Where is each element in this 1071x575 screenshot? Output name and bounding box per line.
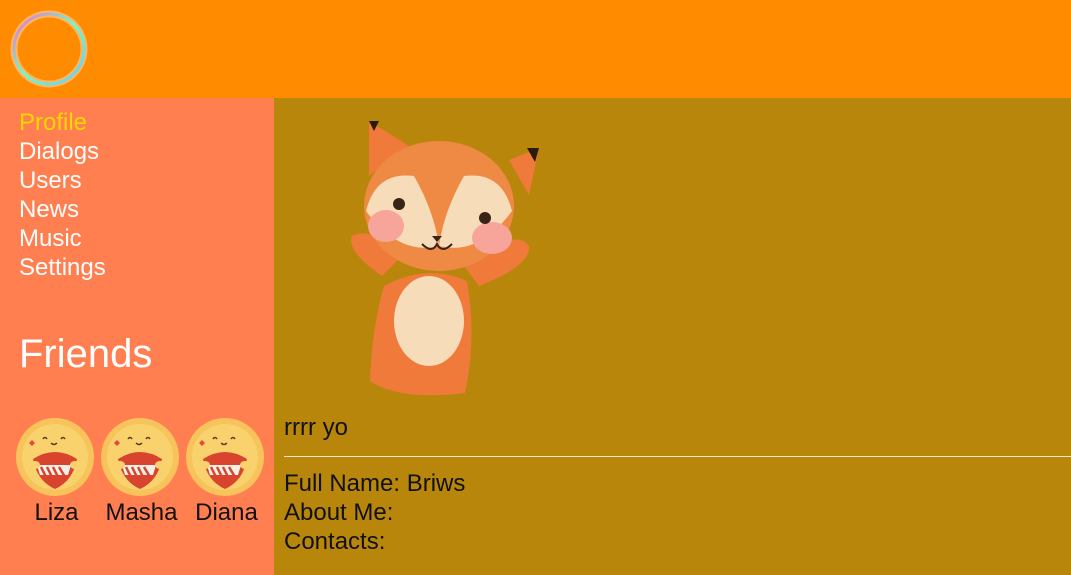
friends-list: Liza Masha Diana bbox=[14, 417, 269, 527]
nav-item-settings[interactable]: Settings bbox=[19, 253, 106, 282]
nav-item-news[interactable]: News bbox=[19, 195, 106, 224]
friends-title: Friends bbox=[19, 332, 153, 376]
main-nav: Profile Dialogs Users News Music Setting… bbox=[19, 108, 106, 282]
profile-content: rrrr yo Full Name: Briws About Me: Conta… bbox=[274, 98, 1071, 575]
full-name: Full Name: Briws bbox=[284, 470, 466, 497]
friend-item[interactable]: Diana bbox=[184, 417, 269, 527]
nav-item-dialogs[interactable]: Dialogs bbox=[19, 137, 106, 166]
heart-chick-avatar-icon bbox=[16, 418, 94, 496]
friend-item[interactable]: Liza bbox=[14, 417, 99, 527]
nav-item-music[interactable]: Music bbox=[19, 224, 106, 253]
about-me: About Me: bbox=[284, 499, 394, 526]
sidebar: Profile Dialogs Users News Music Setting… bbox=[0, 98, 274, 575]
friend-name: Liza bbox=[34, 499, 79, 526]
profile-status: rrrr yo bbox=[284, 414, 348, 441]
heart-chick-avatar-icon bbox=[186, 418, 264, 496]
contacts: Contacts: bbox=[284, 528, 386, 555]
profile-info: Full Name: Briws About Me: Contacts: bbox=[284, 469, 465, 556]
header bbox=[0, 0, 1071, 98]
fox-puppet-icon bbox=[351, 121, 539, 396]
nav-item-profile[interactable]: Profile bbox=[19, 108, 106, 137]
friend-name: Masha bbox=[105, 499, 178, 526]
friend-name: Diana bbox=[195, 499, 258, 526]
divider bbox=[284, 456, 1071, 457]
heart-chick-avatar-icon bbox=[101, 418, 179, 496]
friend-item[interactable]: Masha bbox=[99, 417, 184, 527]
ring-logo-icon[interactable] bbox=[8, 8, 90, 90]
nav-item-users[interactable]: Users bbox=[19, 166, 106, 195]
